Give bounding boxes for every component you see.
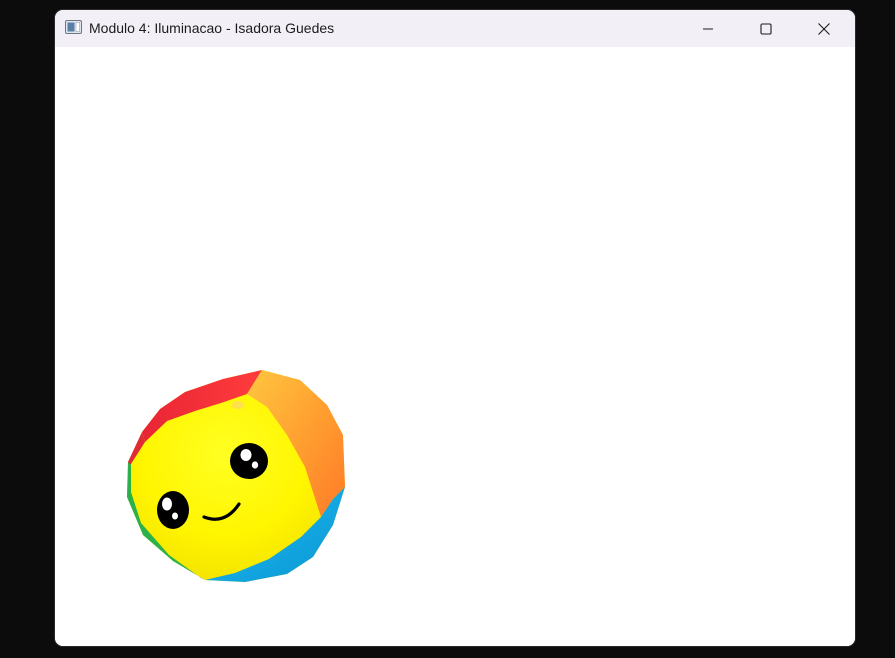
highlight-spot xyxy=(232,401,244,409)
minimize-button[interactable] xyxy=(679,10,737,47)
window-title: Modulo 4: Iluminacao - Isadora Guedes xyxy=(89,20,335,36)
rendered-scene xyxy=(127,370,345,582)
close-icon xyxy=(818,22,830,35)
left-eye xyxy=(157,491,189,529)
app-window: Modulo 4: Iluminacao - Isadora Guedes xyxy=(55,10,855,646)
smiling-ball xyxy=(127,370,345,582)
window-app-icon xyxy=(65,20,82,34)
right-eye xyxy=(230,443,268,479)
maximize-icon xyxy=(760,22,772,35)
maximize-button[interactable] xyxy=(737,10,795,47)
close-button[interactable] xyxy=(795,10,853,47)
minimize-icon xyxy=(703,27,713,30)
title-bar[interactable]: Modulo 4: Iluminacao - Isadora Guedes xyxy=(55,10,855,47)
opengl-viewport[interactable] xyxy=(55,47,855,646)
